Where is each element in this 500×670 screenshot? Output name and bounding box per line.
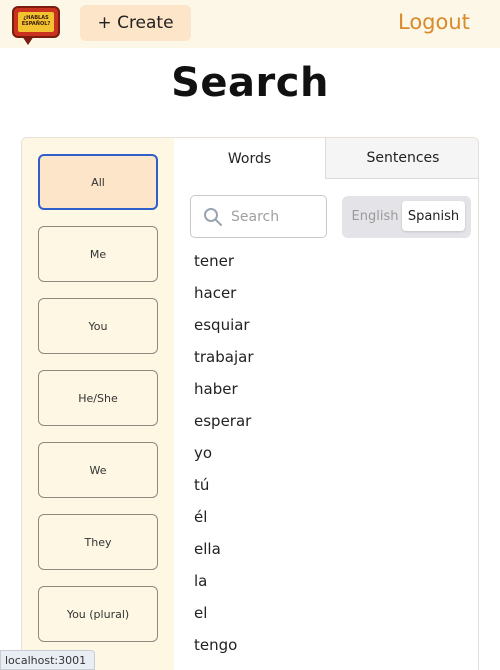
logo-icon[interactable]: ¿HABLAS ESPAÑOL? [12, 6, 60, 46]
search-icon [204, 208, 222, 226]
word-list: tener hacer esquiar trabajar haber esper… [194, 250, 444, 666]
tab-bar: Words Sentences [174, 138, 478, 179]
logout-link[interactable]: Logout [398, 10, 470, 34]
word-item[interactable]: tener [194, 250, 444, 282]
pronoun-filter-they[interactable]: They [38, 514, 158, 570]
pronoun-filter-you-plural[interactable]: You (plural) [38, 586, 158, 642]
language-option-english[interactable]: English [348, 201, 402, 231]
word-item[interactable]: hacer [194, 282, 444, 314]
search-input[interactable] [231, 206, 321, 228]
word-item[interactable]: tú [194, 474, 444, 506]
language-option-spanish[interactable]: Spanish [402, 201, 465, 231]
page-title: Search [171, 60, 329, 106]
create-button[interactable]: + Create [80, 5, 191, 41]
logo-text: ¿HABLAS ESPAÑOL? [18, 12, 54, 32]
word-item[interactable]: esperar [194, 410, 444, 442]
pronoun-filter-he-she[interactable]: He/She [38, 370, 158, 426]
word-item[interactable]: esquiar [194, 314, 444, 346]
search-card: All Me You He/She We They You (plural) W… [21, 137, 479, 670]
pronoun-filter-all[interactable]: All [38, 154, 158, 210]
word-item[interactable]: el [194, 602, 444, 634]
pronoun-filter-we[interactable]: We [38, 442, 158, 498]
pronoun-filter-you[interactable]: You [38, 298, 158, 354]
top-nav-bar: ¿HABLAS ESPAÑOL? + Create Logout [0, 0, 500, 48]
word-item[interactable]: la [194, 570, 444, 602]
status-bar-url: localhost:3001 [0, 650, 95, 670]
search-field[interactable] [190, 195, 327, 238]
pronoun-sidebar: All Me You He/She We They You (plural) [22, 138, 174, 670]
word-item[interactable]: yo [194, 442, 444, 474]
tab-sentences[interactable]: Sentences [326, 138, 478, 179]
language-toggle: English Spanish [342, 196, 471, 238]
word-item[interactable]: ella [194, 538, 444, 570]
word-item[interactable]: tengo [194, 634, 444, 666]
logo-speech-bubble: ¿HABLAS ESPAÑOL? [12, 6, 60, 45]
word-item[interactable]: haber [194, 378, 444, 410]
word-item[interactable]: él [194, 506, 444, 538]
pronoun-filter-me[interactable]: Me [38, 226, 158, 282]
word-item[interactable]: trabajar [194, 346, 444, 378]
tab-words[interactable]: Words [174, 138, 326, 179]
